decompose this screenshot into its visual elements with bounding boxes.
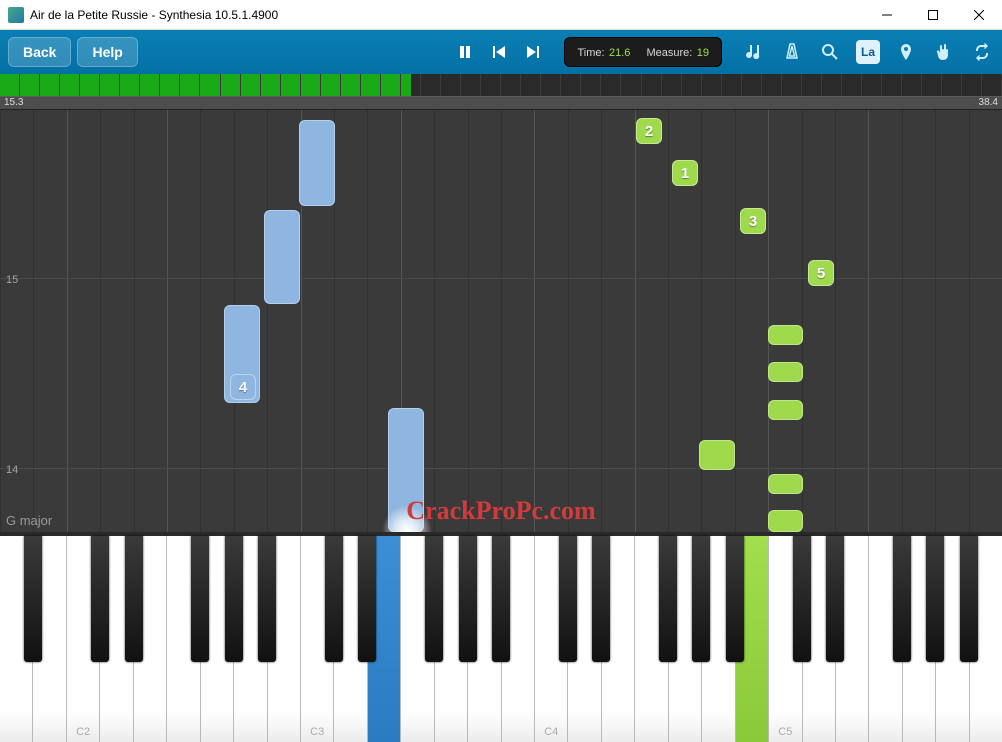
black-key[interactable] (91, 536, 109, 662)
black-key[interactable] (125, 536, 143, 662)
octave-label: C5 (778, 726, 792, 738)
toolbar: Back Help Time: 21.6 Measure: 19 La (0, 30, 1002, 74)
black-key[interactable] (960, 536, 978, 662)
black-key[interactable] (559, 536, 577, 662)
help-button[interactable]: Help (77, 37, 137, 67)
note-green (768, 325, 803, 345)
key-signature: G major (6, 513, 52, 528)
bookmark-icon[interactable] (894, 40, 918, 64)
note-green (768, 362, 803, 382)
time-value: 21.6 (609, 47, 630, 59)
progress-ticks (0, 74, 1002, 96)
black-key[interactable] (659, 536, 677, 662)
window-title: Air de la Petite Russie - Synthesia 10.5… (30, 8, 278, 22)
finger-badge-3: 3 (740, 208, 766, 234)
finger-badge-5: 5 (808, 260, 834, 286)
finger-badge-2: 2 (636, 118, 662, 144)
finger-badge-4: 4 (230, 374, 256, 400)
measure-label: Measure: (646, 47, 692, 59)
black-key[interactable] (258, 536, 276, 662)
measure-mark-14: 14 (6, 464, 18, 476)
note-roll[interactable]: 15 14 4 2 1 3 5 G major CrackProPc.com (0, 110, 1002, 532)
finger-badge-1: 1 (672, 160, 698, 186)
ruler-left-time: 15.3 (0, 97, 23, 108)
window-titlebar: Air de la Petite Russie - Synthesia 10.5… (0, 0, 1002, 30)
black-key[interactable] (325, 536, 343, 662)
loop-icon[interactable] (970, 40, 994, 64)
black-key[interactable] (826, 536, 844, 662)
note-names-button[interactable]: La (856, 40, 880, 64)
black-key[interactable] (358, 536, 376, 662)
time-measure-display[interactable]: Time: 21.6 Measure: 19 (564, 37, 722, 67)
hand-icon[interactable] (932, 40, 956, 64)
time-label: Time: (577, 47, 604, 59)
note-green (768, 400, 803, 420)
black-key[interactable] (459, 536, 477, 662)
maximize-button[interactable] (910, 0, 956, 30)
next-button[interactable] (516, 37, 550, 67)
pause-button[interactable] (448, 37, 482, 67)
measure-value: 19 (697, 47, 709, 59)
octave-label: C2 (76, 726, 90, 738)
sheet-music-icon[interactable] (742, 40, 766, 64)
note-green (768, 474, 803, 494)
prev-button[interactable] (482, 37, 516, 67)
minimize-button[interactable] (864, 0, 910, 30)
zoom-icon[interactable] (818, 40, 842, 64)
note-blue (264, 210, 300, 304)
time-ruler: 15.3 38.4 (0, 96, 1002, 110)
metronome-icon[interactable] (780, 40, 804, 64)
black-key[interactable] (425, 536, 443, 662)
black-key[interactable] (191, 536, 209, 662)
octave-label: C4 (544, 726, 558, 738)
black-key[interactable] (592, 536, 610, 662)
app-icon (8, 7, 24, 23)
black-key[interactable] (726, 536, 744, 662)
octave-label: C3 (310, 726, 324, 738)
close-button[interactable] (956, 0, 1002, 30)
measure-mark-15: 15 (6, 274, 18, 286)
back-button[interactable]: Back (8, 37, 71, 67)
playback-controls (448, 37, 550, 67)
black-key[interactable] (926, 536, 944, 662)
ruler-right-time: 38.4 (975, 97, 998, 108)
piano-keyboard[interactable]: C2 C3 C4 C5 (0, 532, 1002, 742)
black-key[interactable] (24, 536, 42, 662)
note-blue (299, 120, 335, 206)
note-green (768, 510, 803, 532)
black-key[interactable] (492, 536, 510, 662)
note-blue (388, 408, 424, 532)
black-key[interactable] (793, 536, 811, 662)
song-progress[interactable] (0, 74, 1002, 96)
note-green (699, 440, 735, 470)
black-key[interactable] (225, 536, 243, 662)
black-key[interactable] (692, 536, 710, 662)
black-key[interactable] (893, 536, 911, 662)
